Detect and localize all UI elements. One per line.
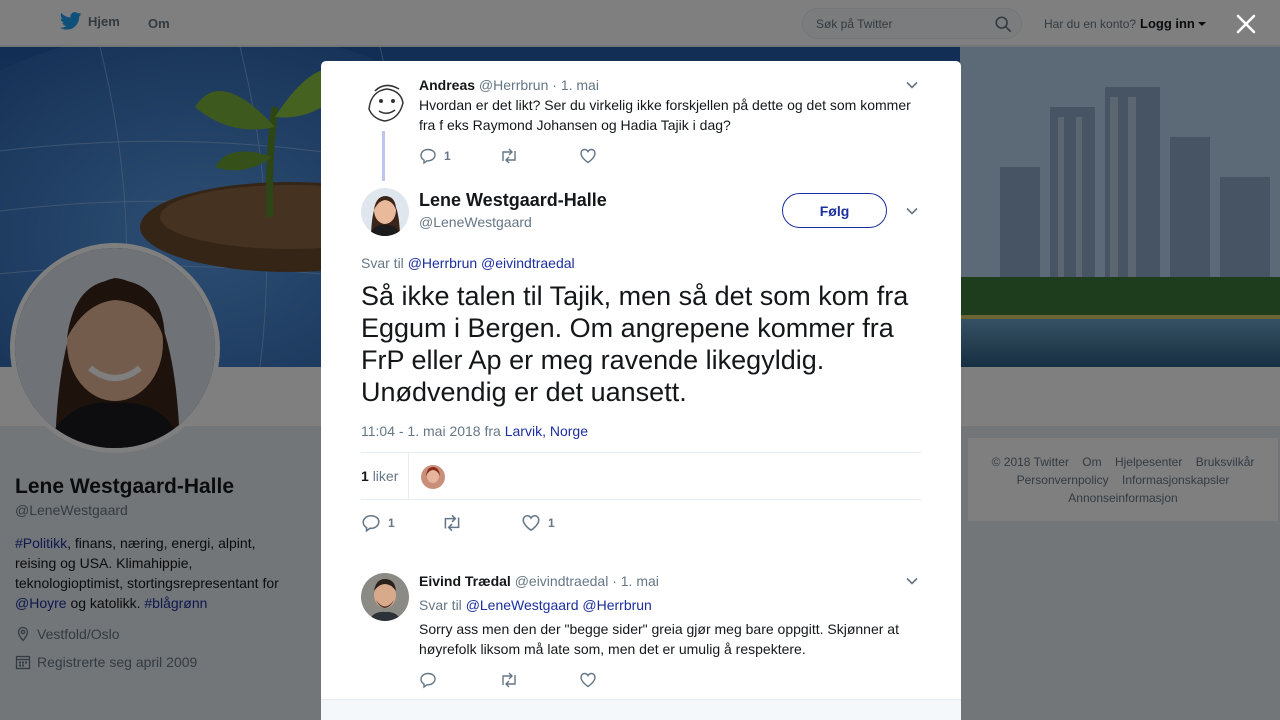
main-avatar[interactable] (361, 188, 409, 236)
reply-avatar[interactable] (361, 573, 409, 621)
modal-bottom-bar (321, 699, 961, 720)
like-count: 1 (548, 516, 555, 530)
retweet-icon (444, 514, 460, 532)
retweet-button[interactable] (499, 147, 579, 165)
likes-stat[interactable]: 1 liker (361, 468, 398, 484)
liker-photo (421, 465, 445, 489)
retweet-icon (502, 672, 516, 688)
reply-actions (419, 671, 659, 689)
close-icon[interactable] (1234, 12, 1258, 36)
heart-icon (580, 148, 596, 164)
reply-prefix: Svar til (419, 597, 462, 613)
likes-stat-count: 1 (361, 468, 369, 484)
divider (361, 452, 921, 453)
reply-name[interactable]: Eivind Trædal (419, 573, 511, 589)
reply-prefix: Svar til (361, 255, 404, 271)
mention-link[interactable]: @eivindtraedal (481, 255, 575, 271)
likes-stat-label: liker (372, 468, 399, 484)
reply-count: 1 (444, 149, 451, 163)
parent-text: Hvordan er det likt? Ser du virkelig ikk… (419, 97, 911, 133)
location-link[interactable]: Larvik, Norge (505, 423, 588, 439)
reply-avatar-photo (361, 573, 409, 621)
reply-text: Sorry ass men den der "begge sider" grei… (419, 621, 899, 657)
reply-count: 1 (388, 516, 395, 530)
parent-actions: 1 (419, 147, 659, 165)
reply-button[interactable]: 1 (361, 513, 441, 533)
reply-context: Svar til @Herrbrun @eivindtraedal (361, 255, 575, 271)
chevron-down-icon[interactable] (905, 204, 919, 218)
mention-link[interactable]: @Herrbrun (582, 597, 651, 613)
parent-header: Andreas @Herrbrun · 1. mai (419, 77, 599, 93)
thread-connector (382, 131, 385, 181)
like-button[interactable]: 1 (521, 513, 601, 533)
main-avatar-photo (361, 188, 409, 236)
parent-handle[interactable]: @Herrbrun (479, 77, 548, 93)
mention-link[interactable]: @Herrbrun (408, 255, 477, 271)
chevron-down-icon[interactable] (905, 78, 919, 92)
main-actions: 1 1 (361, 513, 601, 533)
parent-name[interactable]: Andreas (419, 77, 475, 93)
avatar-drawing (368, 84, 404, 122)
tweet-timestamp: 11:04 - 1. mai 2018 fra Larvik, Norge (361, 423, 588, 439)
heart-icon (522, 514, 540, 532)
parent-date[interactable]: · 1. mai (552, 77, 599, 93)
reply-date[interactable]: · 1. mai (612, 573, 659, 589)
mention-link[interactable]: @LeneWestgaard (466, 597, 579, 613)
liker-avatar[interactable] (421, 465, 445, 489)
reply-handle[interactable]: @eivindtraedal (515, 573, 609, 589)
like-button[interactable] (579, 147, 659, 165)
timestamp-text[interactable]: 11:04 - 1. mai 2018 fra (361, 423, 501, 439)
reply-button[interactable]: 1 (419, 147, 499, 165)
parent-avatar[interactable] (361, 79, 409, 127)
tweet-modal: Andreas @Herrbrun · 1. mai Hvordan er de… (321, 61, 961, 720)
retweet-button[interactable] (499, 671, 579, 689)
main-tweet-text: Så ikke talen til Tajik, men så det som … (361, 281, 909, 407)
retweet-icon (502, 148, 516, 164)
like-button[interactable] (579, 671, 659, 689)
reply-icon (420, 672, 436, 689)
main-name[interactable]: Lene Westgaard-Halle (419, 190, 607, 211)
chevron-down-icon[interactable] (905, 574, 919, 588)
reply-header: Eivind Trædal @eivindtraedal · 1. mai (419, 573, 659, 589)
reply-icon (420, 148, 436, 165)
reply-icon (362, 514, 380, 533)
divider (408, 453, 409, 500)
divider (361, 499, 921, 500)
retweet-button[interactable] (441, 513, 521, 533)
reply-context: Svar til @LeneWestgaard @Herrbrun (419, 597, 652, 613)
reply-button[interactable] (419, 671, 499, 689)
heart-icon (580, 672, 596, 688)
follow-button[interactable]: Følg (782, 193, 887, 228)
main-handle[interactable]: @LeneWestgaard (419, 214, 532, 230)
